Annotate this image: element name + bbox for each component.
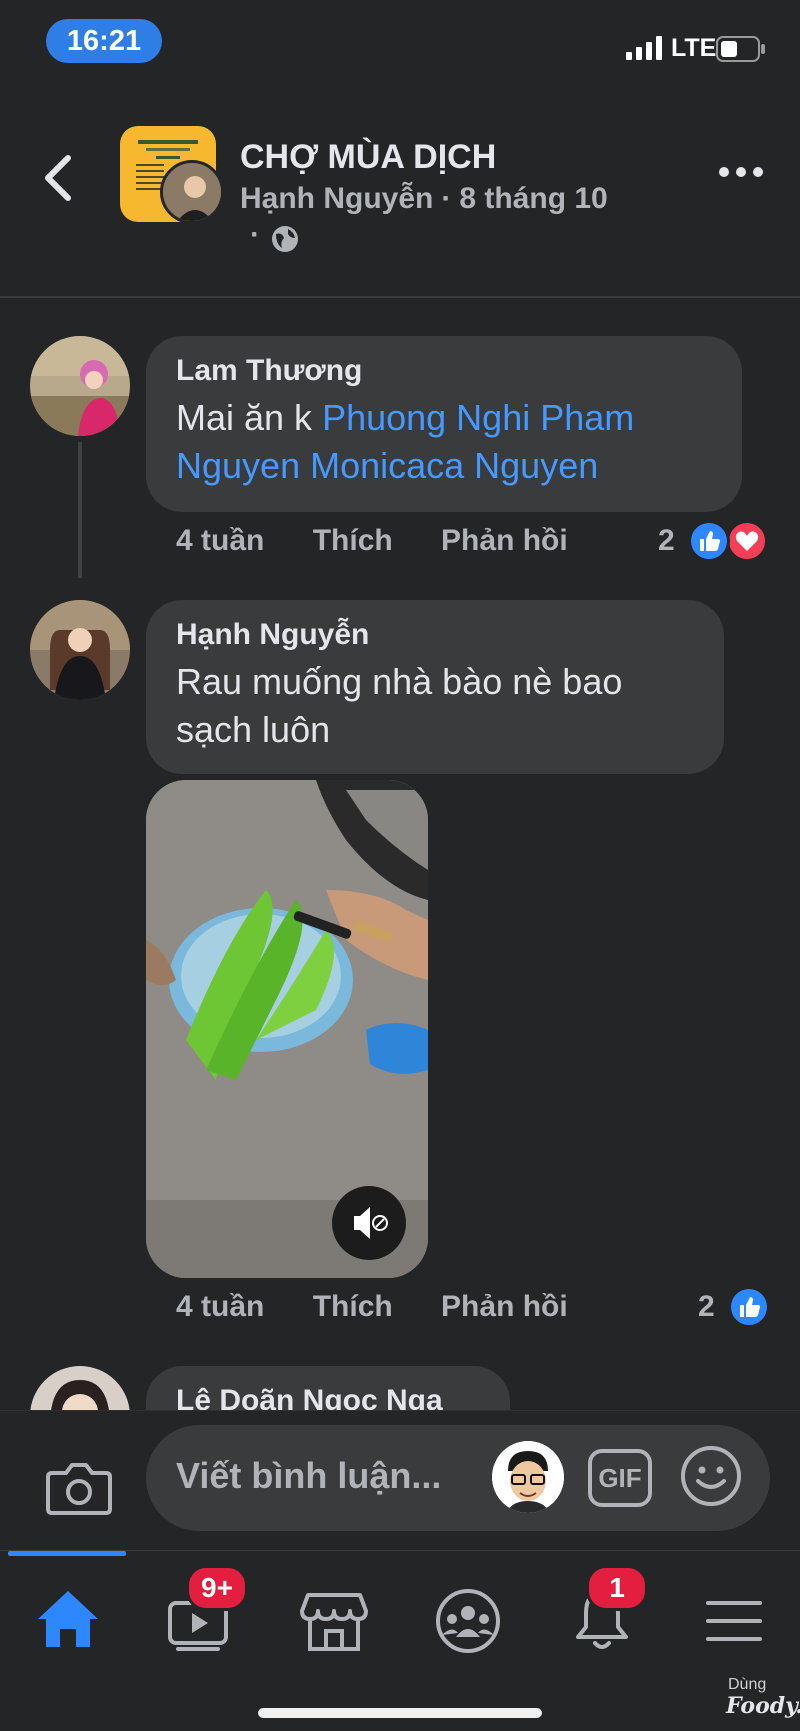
post-meta: Hạnh Nguyễn · 8 tháng 10 bbox=[240, 182, 608, 216]
privacy-dot: · bbox=[250, 218, 260, 251]
speaker-muted-icon bbox=[354, 1207, 388, 1239]
reaction-count[interactable]: 2 bbox=[698, 1290, 715, 1324]
like-icon[interactable] bbox=[688, 520, 730, 562]
avatar-icon bbox=[492, 1441, 564, 1513]
avatar-sticker-button[interactable] bbox=[492, 1441, 564, 1513]
home-indicator[interactable] bbox=[258, 1708, 542, 1718]
watermark-label: Dùng bbox=[728, 1676, 767, 1693]
notifications-badge: 1 bbox=[586, 1565, 648, 1611]
home-icon[interactable] bbox=[28, 1581, 108, 1661]
reply-button[interactable]: Phản hồi bbox=[441, 524, 568, 557]
group-name[interactable]: CHỢ MÙA DỊCH bbox=[240, 138, 496, 177]
status-bar: 16:21 LTE bbox=[0, 0, 800, 90]
comment-text: Mai ăn k Phuong Nghi Pham Nguyen Monicac… bbox=[176, 394, 712, 490]
like-button[interactable]: Thích bbox=[313, 1290, 393, 1323]
post-date[interactable]: 8 tháng 10 bbox=[459, 182, 607, 215]
comment-bubble[interactable]: Lam Thương Mai ăn k Phuong Nghi Pham Ngu… bbox=[146, 336, 742, 512]
post-header: CHỢ MÙA DỊCH Hạnh Nguyễn · 8 tháng 10 · bbox=[0, 110, 800, 298]
commenter-photo bbox=[30, 336, 130, 436]
menu-icon[interactable] bbox=[694, 1581, 774, 1661]
author-avatar[interactable] bbox=[160, 160, 224, 224]
network-label: LTE bbox=[671, 34, 717, 62]
person-photo bbox=[163, 163, 221, 221]
comment-author[interactable]: Lam Thương bbox=[176, 354, 712, 388]
active-tab-indicator bbox=[8, 1551, 126, 1556]
comment-text-prefix: Mai ăn k bbox=[176, 397, 323, 438]
gif-button[interactable]: GIF bbox=[588, 1449, 652, 1507]
comment-text: Rau muống nhà bào nè bao sạch luôn bbox=[176, 661, 623, 750]
comment-time: 4 tuần bbox=[176, 524, 265, 557]
comment-actions: 4 tuần Thích Phản hồi bbox=[176, 524, 608, 558]
commenter-avatar[interactable] bbox=[30, 336, 130, 436]
comment-input[interactable]: Viết bình luận... GIF bbox=[146, 1425, 770, 1531]
clock: 16:21 bbox=[46, 19, 162, 63]
camera-icon[interactable] bbox=[46, 1459, 112, 1517]
groups-icon[interactable] bbox=[428, 1581, 508, 1661]
commenter-photo bbox=[30, 600, 130, 700]
emoji-icon[interactable] bbox=[680, 1445, 742, 1507]
comment-author[interactable]: Hạnh Nguyễn bbox=[176, 618, 694, 652]
reaction-count[interactable]: 2 bbox=[658, 524, 675, 558]
bottom-navigation: 9+ 1 bbox=[0, 1550, 800, 1731]
comment-bubble[interactable]: Hạnh Nguyễn Rau muống nhà bào nè bao sạc… bbox=[146, 600, 724, 774]
post-author[interactable]: Hạnh Nguyễn bbox=[240, 182, 433, 215]
back-icon[interactable] bbox=[36, 150, 80, 206]
marketplace-icon[interactable] bbox=[294, 1581, 374, 1661]
comment-input-placeholder[interactable]: Viết bình luận... bbox=[176, 1455, 441, 1497]
signal-icon bbox=[626, 36, 662, 60]
watermark-brand: Foody.vn bbox=[726, 1693, 800, 1719]
like-button[interactable]: Thích bbox=[313, 524, 393, 557]
comment-actions: 4 tuần Thích Phản hồi bbox=[176, 1290, 608, 1324]
globe-icon bbox=[272, 226, 298, 252]
meta-separator: · bbox=[441, 182, 452, 215]
more-options-icon[interactable] bbox=[718, 162, 764, 182]
comment-time: 4 tuần bbox=[176, 1290, 265, 1323]
reply-button[interactable]: Phản hồi bbox=[441, 1290, 568, 1323]
battery-icon bbox=[716, 36, 765, 62]
like-icon[interactable] bbox=[728, 1286, 770, 1328]
comment-video[interactable] bbox=[146, 780, 428, 1278]
watch-badge: 9+ bbox=[186, 1565, 248, 1611]
love-icon[interactable] bbox=[726, 520, 768, 562]
thread-line bbox=[78, 442, 82, 578]
privacy-indicator: · bbox=[250, 218, 310, 254]
comment-composer-bar: Viết bình luận... GIF bbox=[0, 1410, 800, 1550]
mute-button[interactable] bbox=[332, 1186, 406, 1260]
commenter-avatar[interactable] bbox=[30, 600, 130, 700]
